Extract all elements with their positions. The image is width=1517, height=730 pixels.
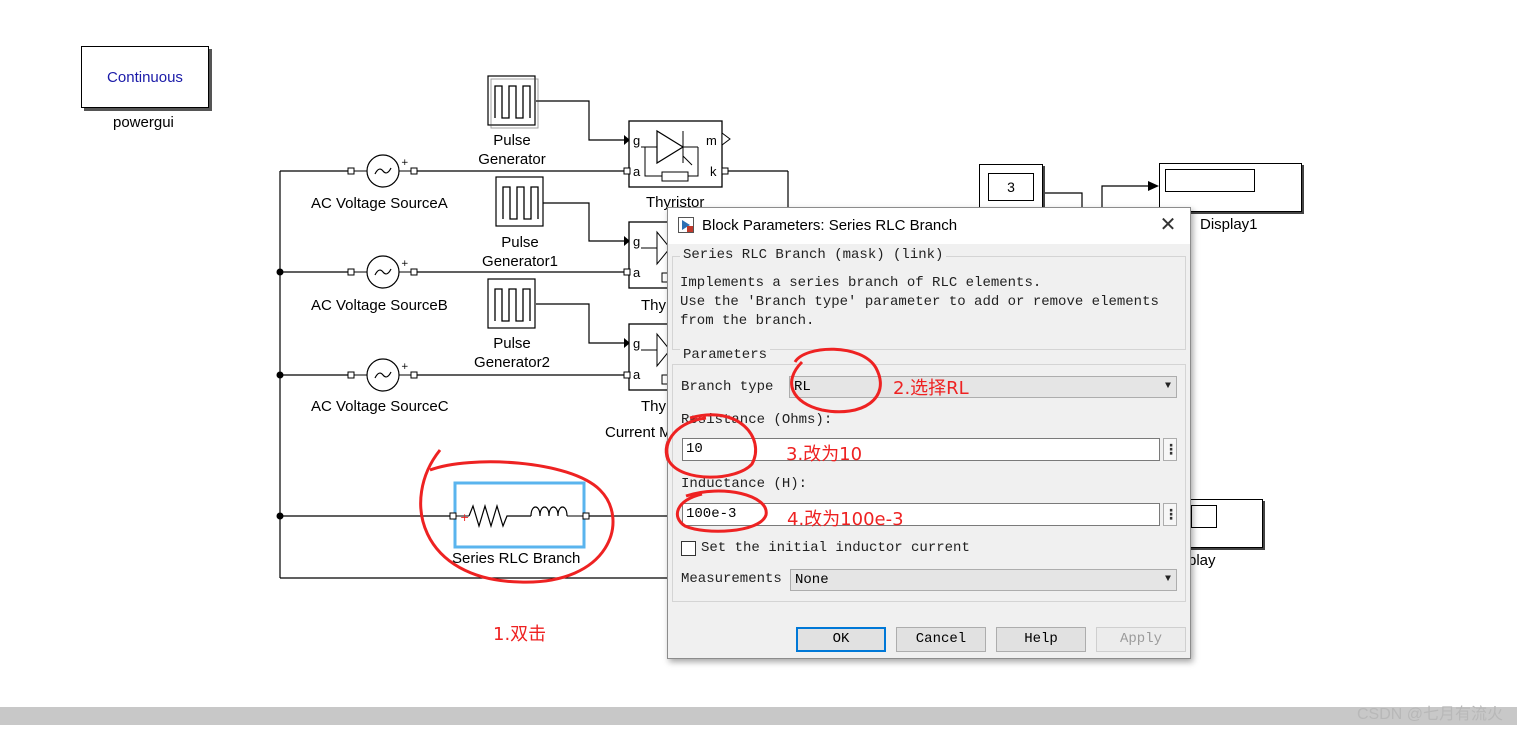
close-icon[interactable]: ✕ — [1156, 213, 1180, 237]
pulse-generator1-label: Pulse Generator1 — [478, 233, 562, 271]
thyristor-port-m: m — [706, 133, 717, 148]
display1-readout — [1165, 169, 1255, 192]
svg-text:+: + — [401, 158, 409, 168]
annotation-step2: 2.选择RL — [893, 378, 969, 399]
horizontal-scrollbar[interactable] — [0, 707, 1517, 725]
thyristor-port-k: k — [710, 164, 717, 179]
ok-button[interactable]: OK — [796, 627, 886, 652]
constant-block[interactable]: 3 — [979, 164, 1043, 210]
thyristor1-port-a: a — [633, 265, 641, 280]
svg-text:+: + — [401, 362, 409, 372]
help-button[interactable]: Help — [996, 627, 1086, 652]
dropdown-arrow-icon: ▼ — [1164, 574, 1171, 585]
measurements-value: None — [795, 572, 829, 588]
series-rlc-branch-label: Series RLC Branch — [452, 550, 581, 567]
ac-source-b-label: AC Voltage SourceB — [311, 297, 448, 314]
thyristor2-port-a: a — [633, 367, 641, 382]
watermark: CSDN @七月有流火 — [1356, 706, 1503, 723]
pulse-generator-label-line1: Pulse — [493, 132, 531, 149]
inductance-label: Inductance (H): — [681, 476, 808, 492]
block-parameters-dialog: Block Parameters: Series RLC Branch ✕ Se… — [667, 207, 1191, 659]
display-block[interactable] — [1186, 499, 1263, 548]
ac-source-b-icon[interactable]: + — [347, 255, 418, 289]
ac-source-c-label: AC Voltage SourceC — [311, 398, 449, 415]
pulse-generator2-label-line2: Generator2 — [474, 354, 550, 371]
initial-current-label: Set the initial inductor current — [701, 540, 970, 556]
branch-type-select[interactable]: RL ▼ — [789, 376, 1177, 398]
pulse-generator-icon[interactable] — [487, 75, 539, 129]
series-rlc-branch-icon[interactable]: + — [449, 481, 590, 549]
mask-group-title: Series RLC Branch (mask) (link) — [680, 247, 947, 263]
pulse-generator-label: Pulse Generator — [474, 131, 550, 169]
inductance-options-button[interactable]: ⋮ — [1163, 503, 1178, 526]
thyristor-port-g: g — [633, 133, 641, 148]
powergui-label: powergui — [113, 114, 174, 131]
resistance-field[interactable]: 10 — [682, 438, 1160, 461]
pulse-generator1-icon[interactable] — [495, 176, 544, 227]
pulse-generator-label-line2: Generator — [478, 151, 546, 168]
initial-current-checkbox[interactable] — [681, 541, 696, 556]
thyristor2-port-g: g — [633, 336, 641, 351]
ac-source-a-label: AC Voltage SourceA — [311, 195, 448, 212]
dropdown-arrow-icon: ▼ — [1164, 381, 1171, 392]
display1-block[interactable] — [1159, 163, 1302, 212]
ac-source-c-icon[interactable]: + — [347, 358, 418, 392]
measurements-select[interactable]: None ▼ — [790, 569, 1177, 591]
measurements-label: Measurements — [681, 571, 782, 587]
thyristor1-port-g: g — [633, 234, 641, 249]
branch-type-value: RL — [794, 379, 811, 395]
simulink-block-icon — [678, 217, 694, 233]
parameters-group-title: Parameters — [680, 347, 771, 363]
pulse-generator1-label-line2: Generator1 — [482, 253, 558, 270]
display-label: play — [1188, 552, 1216, 569]
dialog-titlebar[interactable]: Block Parameters: Series RLC Branch ✕ — [668, 208, 1190, 244]
powergui-block[interactable]: Continuous — [81, 46, 209, 108]
display-readout — [1191, 505, 1217, 528]
svg-text:+: + — [401, 259, 409, 269]
cancel-button[interactable]: Cancel — [896, 627, 986, 652]
branch-type-label: Branch type — [681, 379, 774, 395]
resistance-label: Resistance (Ohms): — [681, 412, 833, 428]
svg-text:+: + — [460, 511, 469, 524]
resistance-options-button[interactable]: ⋮ — [1163, 438, 1178, 461]
thyristor1-label: Thy — [641, 297, 667, 314]
dialog-title: Block Parameters: Series RLC Branch — [702, 217, 958, 234]
pulse-generator1-label-line1: Pulse — [501, 234, 539, 251]
thyristor-port-a: a — [633, 164, 641, 179]
thyristor2-label: Thy — [641, 398, 667, 415]
pulse-generator2-label-line1: Pulse — [493, 335, 531, 352]
inductance-field[interactable]: 100e-3 — [682, 503, 1160, 526]
apply-button[interactable]: Apply — [1096, 627, 1186, 652]
display1-label: Display1 — [1200, 216, 1258, 233]
powergui-mode-text: Continuous — [107, 68, 183, 86]
annotation-step4: 4.改为100e-3 — [787, 509, 904, 530]
current-measurement-label: Current M — [605, 424, 672, 441]
mask-description: Implements a series branch of RLC elemen… — [680, 275, 1159, 329]
constant-value: 3 — [988, 173, 1034, 201]
annotation-step3: 3.改为10 — [786, 444, 863, 465]
ac-source-a-icon[interactable]: + — [347, 154, 418, 188]
pulse-generator2-label: Pulse Generator2 — [470, 334, 554, 372]
pulse-generator2-icon[interactable] — [487, 278, 536, 329]
annotation-step1: 1.双击 — [493, 624, 547, 645]
